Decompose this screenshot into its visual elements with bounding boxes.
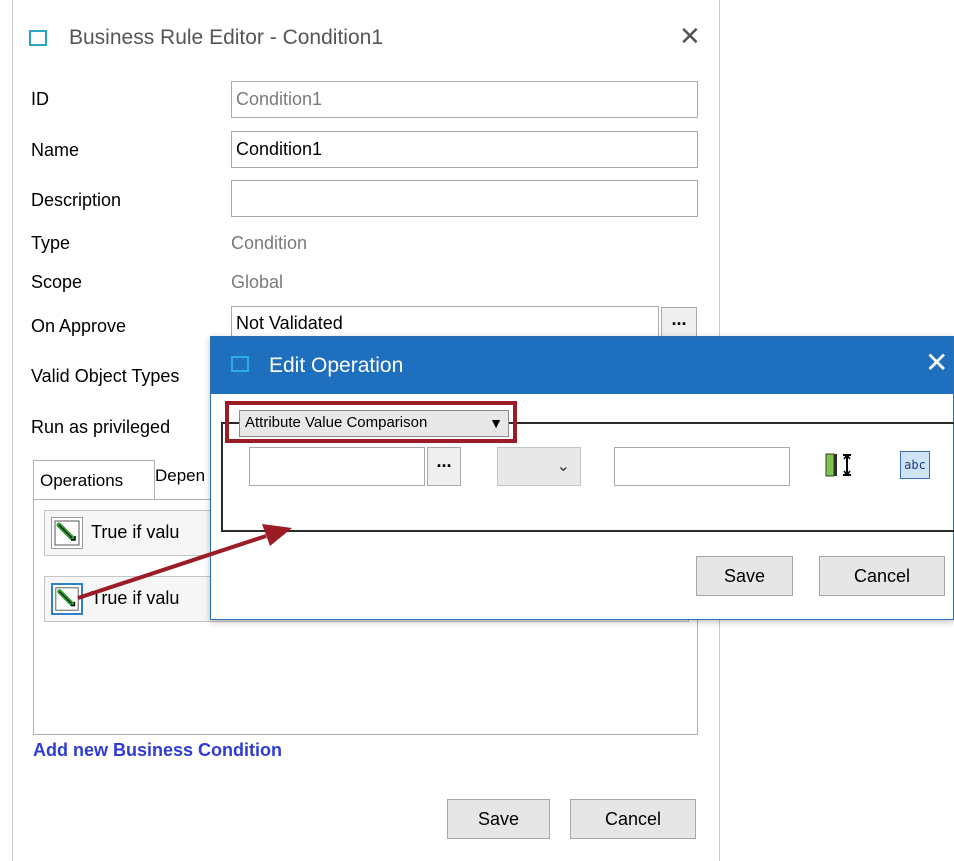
scope-label: Scope (31, 272, 83, 292)
id-field[interactable]: Condition1 (231, 81, 698, 118)
id-label: ID (31, 89, 49, 109)
value-input[interactable] (614, 447, 790, 486)
tab-dependencies[interactable]: Depen (155, 466, 205, 486)
run-as-privileged-label: Run as privileged (31, 417, 171, 437)
save-button[interactable]: Save (447, 799, 550, 839)
type-label: Type (31, 233, 71, 253)
operator-select[interactable]: ⌄ (497, 447, 581, 486)
valid-object-types-label: Valid Object Types (31, 366, 180, 386)
cancel-button[interactable]: Cancel (819, 556, 945, 596)
tab-operations[interactable]: Operations (33, 460, 155, 500)
save-button[interactable]: Save (696, 556, 793, 596)
description-field[interactable] (231, 180, 698, 217)
abc-icon[interactable]: abc (900, 451, 930, 479)
add-business-condition-link[interactable]: Add new Business Condition (33, 740, 282, 761)
edit-operation-title: Edit Operation (269, 354, 404, 377)
highlight-box (225, 401, 517, 443)
window-icon (29, 30, 47, 46)
dialog-title: Business Rule Editor - Condition1 (69, 26, 383, 49)
height-icon[interactable] (825, 453, 859, 477)
attribute-browse-button[interactable]: ... (427, 447, 461, 486)
chevron-down-icon: ⌄ (556, 456, 570, 475)
condition-icon[interactable] (51, 583, 83, 615)
attribute-input[interactable] (249, 447, 425, 486)
on-approve-label: On Approve (31, 316, 127, 336)
operation-text: True if valu (91, 522, 180, 542)
edit-operation-titlebar: Edit Operation ✕ (211, 337, 953, 394)
operation-text: True if valu (91, 588, 180, 608)
edit-operation-dialog: Edit Operation ✕ Attribute Value Compari… (210, 336, 954, 620)
window-icon (231, 356, 249, 372)
close-icon[interactable]: ✕ (679, 24, 701, 50)
scope-value: Global (231, 272, 284, 292)
cancel-button[interactable]: Cancel (570, 799, 696, 839)
description-label: Description (31, 190, 122, 210)
name-label: Name (31, 140, 80, 160)
type-value: Condition (231, 233, 308, 253)
close-icon[interactable]: ✕ (925, 349, 948, 377)
name-field[interactable]: Condition1 (231, 131, 698, 168)
condition-icon[interactable] (51, 517, 83, 549)
